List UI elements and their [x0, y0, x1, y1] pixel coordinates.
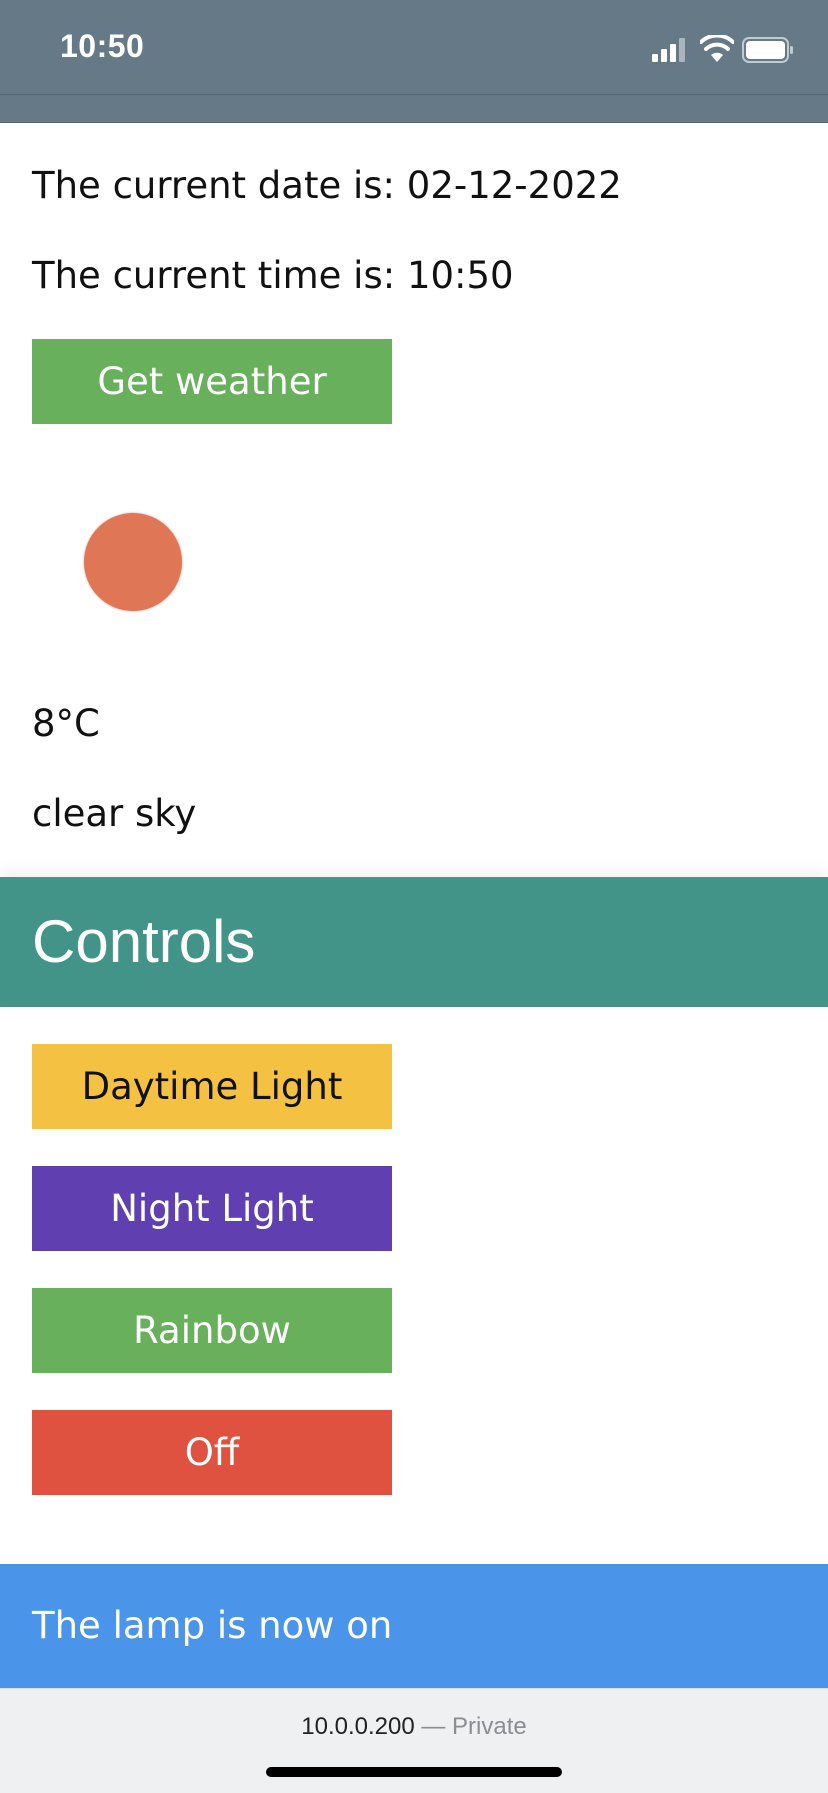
browser-address-bar[interactable]: 10.0.0.200 — Private: [0, 1688, 828, 1793]
daytime-light-button[interactable]: Daytime Light: [32, 1044, 392, 1129]
lamp-status-text: The lamp is now on: [32, 1604, 393, 1647]
current-time-text: The current time is: 10:50: [32, 254, 514, 297]
weather-sun-icon: [84, 513, 182, 611]
wifi-icon: [700, 35, 734, 62]
address-display[interactable]: 10.0.0.200 — Private: [0, 1713, 828, 1741]
status-bar: 10:50: [0, 0, 828, 123]
weather-description: clear sky: [32, 792, 197, 835]
home-indicator[interactable]: [266, 1767, 562, 1777]
private-mode-label: Private: [452, 1713, 527, 1740]
temperature-text: 8°C: [32, 702, 100, 745]
status-clock: 10:50: [60, 28, 145, 64]
address-host: 10.0.0.200: [301, 1713, 415, 1740]
current-date-text: The current date is: 02-12-2022: [32, 164, 622, 207]
status-bar-divider: [0, 94, 828, 95]
night-light-button[interactable]: Night Light: [32, 1166, 392, 1251]
battery-icon: [742, 37, 793, 63]
lamp-status-banner: The lamp is now on: [0, 1564, 828, 1688]
controls-title: Controls: [32, 908, 256, 975]
get-weather-button[interactable]: Get weather: [32, 339, 392, 424]
controls-header: Controls: [0, 877, 828, 1007]
off-button[interactable]: Off: [32, 1410, 392, 1495]
rainbow-button[interactable]: Rainbow: [32, 1288, 392, 1373]
address-separator: —: [421, 1713, 446, 1740]
signal-icon: [652, 38, 685, 62]
